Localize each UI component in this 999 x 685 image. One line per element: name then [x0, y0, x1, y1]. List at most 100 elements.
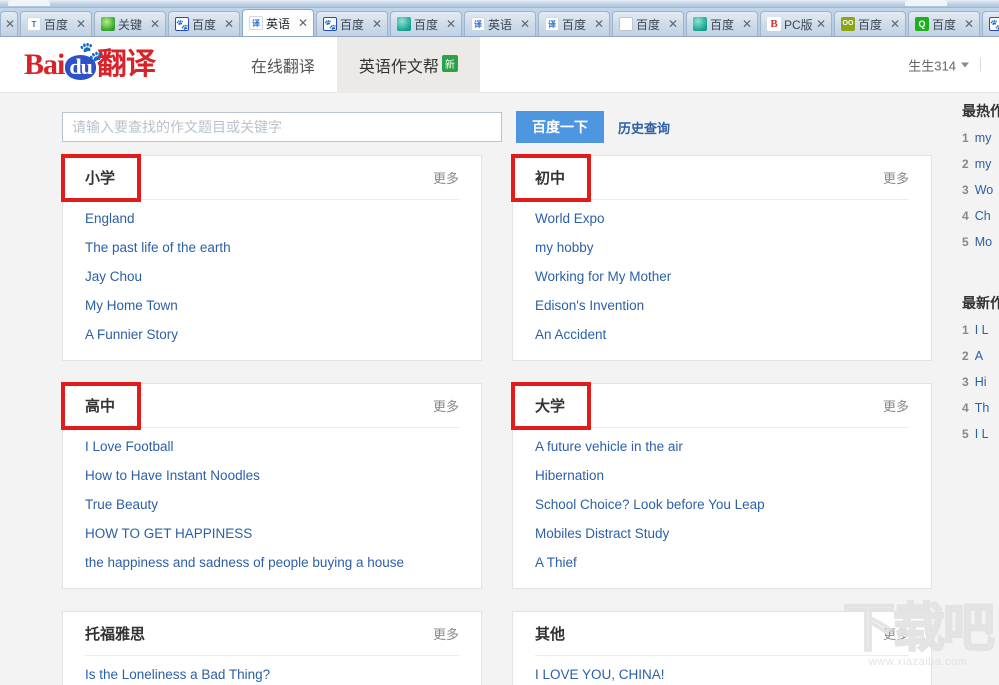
card-more-link[interactable]: 更多 [883, 624, 909, 643]
tab-close-icon[interactable]: ✕ [5, 18, 15, 30]
baidu-fanyi-logo[interactable]: 🐾 Baidu翻译 [24, 50, 155, 80]
sidebar-essay-link[interactable]: I L [975, 427, 989, 441]
essay-link[interactable]: the happiness and sadness of people buyi… [85, 555, 404, 570]
essay-link[interactable]: A Funnier Story [85, 327, 178, 342]
essay-link[interactable]: I LOVE YOU, CHINA! [535, 667, 665, 682]
chevron-down-icon[interactable] [961, 62, 969, 67]
tab-close-icon[interactable]: ✕ [816, 18, 826, 30]
main-nav[interactable]: 在线翻译英语作文帮新 [229, 37, 480, 93]
tab-favicon-icon: 译 [471, 17, 485, 31]
essay-link[interactable]: England [85, 211, 135, 226]
sidebar-essay-link[interactable]: my [975, 157, 992, 171]
browser-tab[interactable]: BPC版✕ [760, 11, 832, 36]
sidebar-rank: 3 [962, 183, 969, 197]
essay-link[interactable]: My Home Town [85, 298, 178, 313]
sidebar-essay-link[interactable]: A [975, 349, 983, 363]
essay-link[interactable]: School Choice? Look before You Leap [535, 497, 765, 512]
sidebar-essay-link[interactable]: Th [975, 401, 990, 415]
tab-close-icon[interactable]: ✕ [150, 18, 160, 30]
search-bar[interactable]: 百度一下 历史查询 [62, 111, 670, 143]
list-item: Hibernation [535, 467, 909, 485]
browser-tab[interactable]: OO百度✕ [834, 11, 906, 36]
browser-tab[interactable]: 百度✕ [168, 11, 240, 36]
tab-close-icon[interactable]: ✕ [298, 17, 308, 29]
list-item: Mobiles Distract Study [535, 525, 909, 543]
essay-link[interactable]: True Beauty [85, 497, 158, 512]
browser-window-topstrip [0, 0, 999, 8]
essay-link[interactable]: A Thief [535, 555, 577, 570]
tab-title: 英语 [488, 16, 517, 33]
tab-close-icon[interactable]: ✕ [520, 18, 530, 30]
essay-link[interactable]: Jay Chou [85, 269, 142, 284]
sidebar-list-item: 4Ch [962, 209, 999, 223]
tab-close-icon[interactable]: ✕ [594, 18, 604, 30]
browser-tab[interactable]: 百度✕ [686, 11, 758, 36]
sidebar-list-item: 1 my [962, 131, 999, 145]
tab-close-icon[interactable]: ✕ [372, 18, 382, 30]
essay-link[interactable]: Mobiles Distract Study [535, 526, 669, 541]
tab-close-icon[interactable]: ✕ [742, 18, 752, 30]
essay-link[interactable]: An Accident [535, 327, 606, 342]
tab-favicon-icon [619, 17, 633, 31]
browser-tab[interactable]: 在线✕ [982, 11, 999, 36]
tab-close-icon[interactable]: ✕ [668, 18, 678, 30]
essay-link[interactable]: The past life of the earth [85, 240, 231, 255]
browser-tab[interactable]: ✕ [0, 11, 18, 36]
tab-favicon-icon [693, 17, 707, 31]
card-more-link[interactable]: 更多 [433, 624, 459, 643]
sidebar-essay-link[interactable]: I L [975, 323, 989, 337]
browser-tab[interactable]: T百度✕ [20, 11, 92, 36]
essay-link[interactable]: Hibernation [535, 468, 604, 483]
sidebar-list-item: 2A [962, 349, 999, 363]
tab-close-icon[interactable]: ✕ [76, 18, 86, 30]
nav-item-0[interactable]: 在线翻译 [229, 37, 337, 93]
essay-link[interactable]: my hobby [535, 240, 594, 255]
tab-favicon-icon: OO [841, 17, 855, 31]
tab-close-icon[interactable]: ✕ [890, 18, 900, 30]
browser-tabstrip[interactable]: ✕T百度✕关键✕百度✕译英语✕百度✕百度✕译英语✕译百度✕百度✕百度✕BPC版✕… [0, 8, 999, 37]
card-more-link[interactable]: 更多 [433, 168, 459, 187]
browser-tab[interactable]: Q百度✕ [908, 11, 980, 36]
history-query-link[interactable]: 历史查询 [618, 118, 670, 137]
tab-title: 百度 [44, 16, 73, 33]
sidebar-essay-link[interactable]: Ch [975, 209, 991, 223]
card-more-link[interactable]: 更多 [883, 396, 909, 415]
card-more-link[interactable]: 更多 [433, 396, 459, 415]
essay-link[interactable]: A future vehicle in the air [535, 439, 683, 454]
sidebar-rank: 1 [962, 131, 969, 145]
user-menu[interactable]: 生生314 [908, 55, 981, 74]
sidebar-essay-link[interactable]: Mo [975, 235, 992, 249]
browser-tab[interactable]: 百度✕ [390, 11, 462, 36]
search-input[interactable] [62, 112, 502, 142]
tab-title: 百度 [340, 16, 369, 33]
essay-link[interactable]: HOW TO GET HAPPINESS [85, 526, 252, 541]
search-button[interactable]: 百度一下 [516, 111, 604, 143]
list-item: HOW TO GET HAPPINESS [85, 525, 459, 543]
browser-tab[interactable]: 关键✕ [94, 11, 166, 36]
essay-link[interactable]: How to Have Instant Noodles [85, 468, 260, 483]
browser-tab[interactable]: 译英语✕ [464, 11, 536, 36]
sidebar-essay-link[interactable]: Wo [975, 183, 994, 197]
card-title: 大学 [535, 395, 565, 416]
essay-link[interactable]: Working for My Mother [535, 269, 671, 284]
essay-link[interactable]: Edison's Invention [535, 298, 644, 313]
nav-item-1[interactable]: 英语作文帮新 [337, 37, 480, 93]
essay-link[interactable]: I Love Football [85, 439, 174, 454]
card-title: 高中 [85, 395, 115, 416]
sidebar-essay-link[interactable]: Hi [975, 375, 987, 389]
tab-title: 百度 [710, 16, 739, 33]
browser-tab[interactable]: 百度✕ [612, 11, 684, 36]
tab-close-icon[interactable]: ✕ [446, 18, 456, 30]
tab-title: 百度 [562, 16, 591, 33]
right-sidebar: 最热作文1my2my3Wo4Ch5Mo最新作文1I L2A 3Hi4Th5I L [962, 93, 999, 455]
browser-tab[interactable]: 百度✕ [316, 11, 388, 36]
sidebar-essay-link[interactable]: my [975, 131, 992, 145]
sidebar-list-item: 5Mo [962, 235, 999, 249]
tab-close-icon[interactable]: ✕ [224, 18, 234, 30]
essay-link[interactable]: Is the Loneliness a Bad Thing? [85, 667, 270, 682]
browser-tab[interactable]: 译百度✕ [538, 11, 610, 36]
tab-close-icon[interactable]: ✕ [964, 18, 974, 30]
essay-link[interactable]: World Expo [535, 211, 605, 226]
browser-tab[interactable]: 译英语✕ [242, 9, 314, 36]
card-more-link[interactable]: 更多 [883, 168, 909, 187]
